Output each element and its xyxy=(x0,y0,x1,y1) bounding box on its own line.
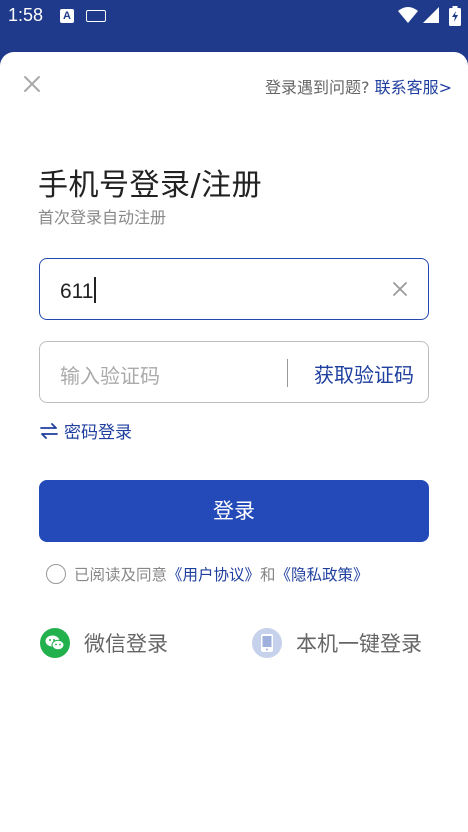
contact-support-link[interactable]: 联系客服> xyxy=(375,78,452,97)
login-sheet: 登录遇到问题? 联系客服> 手机号登录/注册 首次登录自动注册 611 输入验证… xyxy=(0,52,468,832)
get-code-button[interactable]: 获取验证码 xyxy=(314,359,414,388)
wifi-icon xyxy=(398,7,418,23)
close-icon[interactable] xyxy=(22,74,42,94)
verification-code-input[interactable]: 输入验证码 获取验证码 xyxy=(39,341,429,403)
status-bar: 1:58 A xyxy=(0,0,468,32)
help-row: 登录遇到问题? 联系客服> xyxy=(265,74,452,98)
user-agreement-link[interactable]: 《用户协议》 xyxy=(167,563,260,585)
privacy-policy-link[interactable]: 《隐私政策》 xyxy=(276,563,369,585)
code-placeholder: 输入验证码 xyxy=(60,364,160,388)
status-time: 1:58 xyxy=(8,5,44,25)
phone-input[interactable]: 611 xyxy=(39,258,429,320)
agreement-row: 已阅读及同意 《用户协议》 和 《隐私政策》 xyxy=(46,563,369,585)
password-login-switch[interactable]: 密码登录 xyxy=(40,418,132,443)
agreement-conj: 和 xyxy=(260,566,276,584)
phone-value: 611 xyxy=(60,277,97,304)
page-subtitle: 首次登录自动注册 xyxy=(38,208,167,227)
wechat-icon xyxy=(40,628,70,658)
divider xyxy=(287,359,288,387)
keyboard-icon xyxy=(86,10,106,22)
wechat-login-label: 微信登录 xyxy=(84,632,168,656)
a-notification-icon: A xyxy=(60,9,74,23)
clear-icon[interactable] xyxy=(392,281,408,297)
help-text: 登录遇到问题? xyxy=(264,78,370,97)
signal-icon xyxy=(423,7,439,23)
battery-icon xyxy=(449,6,461,26)
onekey-login-button[interactable]: 本机一键登录 xyxy=(252,628,422,658)
onekey-login-label: 本机一键登录 xyxy=(296,632,422,656)
phone-icon xyxy=(252,628,282,658)
password-login-label: 密码登录 xyxy=(64,423,132,443)
swap-icon xyxy=(40,422,58,439)
agreement-prefix: 已阅读及同意 xyxy=(74,566,168,584)
login-button[interactable]: 登录 xyxy=(39,480,429,542)
page-title: 手机号登录/注册 xyxy=(38,168,263,203)
wechat-login-button[interactable]: 微信登录 xyxy=(40,628,168,658)
agreement-checkbox[interactable] xyxy=(46,564,66,584)
